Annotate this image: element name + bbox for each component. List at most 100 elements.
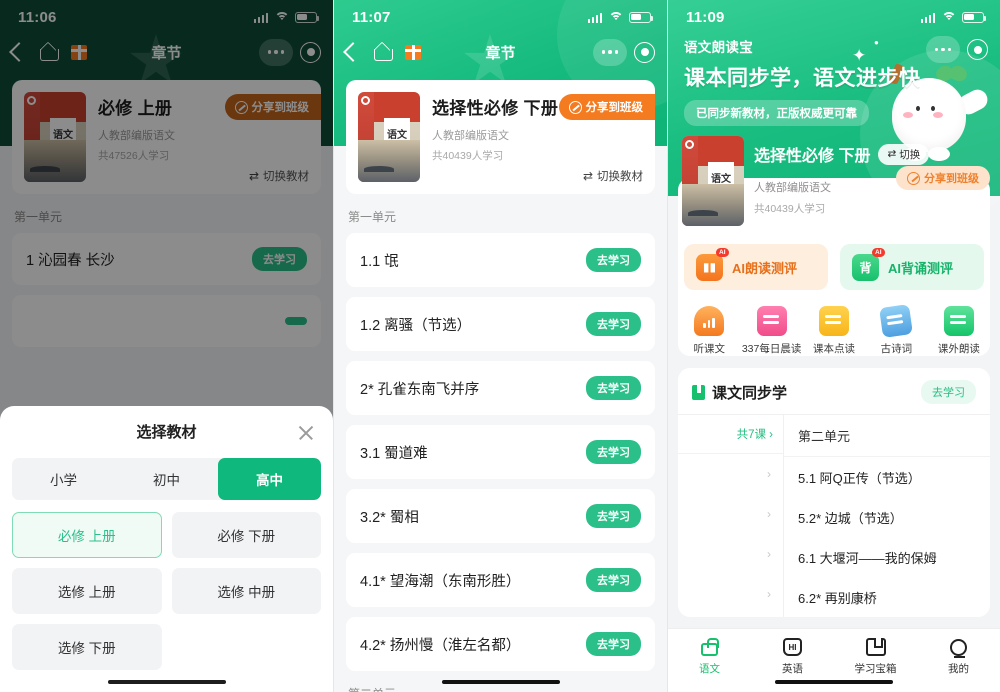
signal-icon bbox=[587, 12, 602, 23]
book-publisher: 人教部编版语文 bbox=[432, 130, 509, 142]
close-icon[interactable] bbox=[297, 424, 315, 442]
quick-link-poetry[interactable]: 古诗词 bbox=[865, 304, 927, 356]
box-icon bbox=[834, 636, 917, 658]
quick-link-extra-read[interactable]: 课外朗读 bbox=[928, 306, 990, 356]
ai-reading-eval-label: AI朗读测评 bbox=[732, 260, 798, 276]
home-indicator bbox=[775, 679, 893, 684]
sync-go-study-button[interactable]: 去学习 bbox=[921, 380, 976, 404]
home-icon[interactable] bbox=[374, 45, 393, 61]
quick-link-morning-read[interactable]: 337每日晨读 bbox=[740, 306, 802, 356]
switch-label: 切换教材 bbox=[597, 171, 643, 183]
lesson-list: 第一单元 1.1 氓 去学习 1.2 离骚（节选） 去学习 2* 孔雀东南飞并序… bbox=[334, 208, 667, 692]
switch-textbook-button[interactable]: ⇄ 切换教材 bbox=[583, 168, 643, 184]
close-miniprogram-button[interactable] bbox=[634, 41, 655, 63]
home-indicator bbox=[107, 679, 226, 684]
lesson-name: 2* 孔雀东南飞并序 bbox=[360, 381, 480, 398]
share-label: 分享到班级 bbox=[585, 102, 644, 114]
status-clock: 11:07 bbox=[352, 8, 391, 26]
close-miniprogram-button[interactable] bbox=[967, 39, 988, 60]
share-pen-icon bbox=[568, 100, 582, 114]
list-item[interactable]: 4.2* 扬州慢（淮左名都） 去学习 bbox=[346, 617, 655, 671]
stage-tab-primary[interactable]: 小学 bbox=[12, 458, 115, 500]
gift-icon[interactable] bbox=[405, 44, 421, 60]
list-item[interactable]: 1.2 离骚（节选） 去学习 bbox=[346, 297, 655, 351]
chevron-right-icon[interactable]: › bbox=[678, 494, 783, 534]
textbook-option-bixiu-xia[interactable]: 必修 下册 bbox=[171, 512, 321, 558]
quick-link-label: 古诗词 bbox=[880, 343, 913, 355]
panel-chapter-list: 11:07 章节 语文 选择性必修 下册 人教部编版语文 共40439人学习 分… bbox=[333, 0, 667, 692]
list-item[interactable]: 6.2* 再别康桥 bbox=[784, 577, 990, 617]
go-study-button[interactable]: 去学习 bbox=[586, 568, 641, 592]
nav-bar: 章节 bbox=[334, 34, 667, 70]
textbook-option-xuanxiu-zhong[interactable]: 选修 中册 bbox=[171, 568, 321, 614]
switch-arrows-icon: ⇄ bbox=[582, 169, 593, 183]
quick-link-label: 337每日晨读 bbox=[741, 343, 802, 355]
switch-textbook-button[interactable]: ⇄ 切换 bbox=[878, 143, 930, 165]
chevron-right-icon[interactable]: › bbox=[678, 534, 783, 574]
list-item[interactable]: 6.1 大堰河——我的保姆 bbox=[784, 537, 990, 577]
list-item[interactable]: 3.1 蜀道难 去学习 bbox=[346, 425, 655, 479]
list-item[interactable]: 3.2* 蜀相 去学习 bbox=[346, 489, 655, 543]
tab-label: 学习宝箱 bbox=[854, 663, 897, 675]
go-study-button[interactable]: 去学习 bbox=[586, 376, 641, 400]
share-to-class-button[interactable]: 分享到班级 bbox=[558, 94, 655, 120]
textbook-option-xuanxiu-xia[interactable]: 选修 下册 bbox=[12, 624, 162, 670]
share-to-class-button[interactable]: 分享到班级 bbox=[896, 166, 990, 190]
book-learner-count: 共40439人学习 bbox=[754, 203, 826, 215]
sync-card-header: 课文同步学 去学习 bbox=[678, 368, 990, 414]
book-cover-image: 语文 bbox=[682, 136, 744, 226]
stage-tab-senior[interactable]: 高中 bbox=[218, 458, 321, 500]
sync-card-title: 课文同步学 bbox=[712, 384, 788, 402]
switch-label: 切换 bbox=[899, 148, 921, 161]
lesson-name: 1.2 离骚（节选） bbox=[360, 317, 472, 334]
quick-link-textbook-read[interactable]: 课本点读 bbox=[803, 306, 865, 356]
tab-mine[interactable]: 我的 bbox=[917, 636, 1000, 692]
ai-recite-eval-label: AI背诵测评 bbox=[888, 260, 954, 276]
sync-right-column: 第二单元 5.1 阿Q正传（节选） 5.2* 边城（节选） 6.1 大堰河——我… bbox=[784, 415, 990, 617]
battery-icon bbox=[629, 11, 654, 23]
chevron-right-icon[interactable]: › bbox=[678, 574, 783, 614]
ai-reading-eval-button[interactable]: AI ▮▮ AI朗读测评 bbox=[684, 244, 828, 290]
book-cover-image: 语文 bbox=[358, 92, 420, 182]
select-textbook-modal: 选择教材 小学 初中 高中 必修 上册 必修 下册 选修 上册 选修 中册 选修… bbox=[0, 406, 333, 692]
signal-icon bbox=[920, 12, 935, 23]
ai-recite-eval-button[interactable]: AI 背 AI背诵测评 bbox=[840, 244, 984, 290]
quick-link-label: 听课文 bbox=[693, 343, 725, 355]
more-options-button[interactable] bbox=[592, 38, 627, 66]
list-item[interactable]: 5.2* 边城（节选） bbox=[784, 497, 990, 537]
status-icons bbox=[920, 11, 987, 23]
stage-segmented-control: 小学 初中 高中 bbox=[12, 458, 321, 500]
go-study-button[interactable]: 去学习 bbox=[586, 440, 641, 464]
list-item[interactable]: 4.1* 望海潮（东南形胜） 去学习 bbox=[346, 553, 655, 607]
list-item[interactable]: 1.1 氓 去学习 bbox=[346, 233, 655, 287]
book-card: 语文 选择性必修 下册 人教部编版语文 共40439人学习 分享到班级 ⇄ 切换… bbox=[346, 80, 655, 194]
panel-chapter-with-modal: 11:06 章节 语文 必修 上册 人教部编版语文 共47526人学习 分享到班… bbox=[0, 0, 333, 692]
textbook-option-xuanxiu-shang[interactable]: 选修 上册 bbox=[12, 568, 162, 614]
sync-unit-heading: 第二单元 bbox=[784, 415, 990, 457]
unit-heading: 第一单元 bbox=[348, 210, 397, 224]
recite-icon: AI 背 bbox=[852, 247, 885, 281]
nav-right-group bbox=[925, 36, 988, 63]
stage-tab-junior[interactable]: 初中 bbox=[115, 458, 218, 500]
go-study-button[interactable]: 去学习 bbox=[586, 312, 641, 336]
pink-book-icon bbox=[756, 306, 787, 336]
tab-chinese[interactable]: 语文 bbox=[668, 636, 751, 692]
go-study-button[interactable]: 去学习 bbox=[586, 504, 641, 528]
lock-icon bbox=[668, 636, 751, 658]
more-options-button[interactable] bbox=[925, 36, 960, 63]
sync-study-card: 课文同步学 去学习 共7课 › › › › › 第二单元 5.1 阿Q正传（节选… bbox=[678, 368, 990, 617]
textbook-option-bixiu-shang[interactable]: 必修 上册 bbox=[12, 512, 162, 558]
tab-label: 英语 bbox=[782, 663, 803, 675]
list-item[interactable]: 5.1 阿Q正传（节选） bbox=[784, 457, 990, 497]
tab-label: 我的 bbox=[948, 663, 969, 675]
screenshot-stage: 11:06 章节 语文 必修 上册 人教部编版语文 共47526人学习 分享到班… bbox=[0, 0, 1000, 692]
list-item[interactable]: 2* 孔雀东南飞并序 去学习 bbox=[346, 361, 655, 415]
chevron-right-icon[interactable]: › bbox=[678, 454, 783, 494]
hi-icon: HI bbox=[751, 636, 834, 658]
book-info: 选择性必修 下册 ⇄ 切换 人教部编版语文 共40439人学习 分享到班级 bbox=[754, 136, 990, 216]
back-chevron-icon[interactable] bbox=[343, 42, 363, 62]
sync-lesson-count[interactable]: 共7课 › bbox=[678, 415, 783, 454]
go-study-button[interactable]: 去学习 bbox=[586, 632, 641, 656]
go-study-button[interactable]: 去学习 bbox=[586, 248, 641, 272]
quick-link-listen[interactable]: 听课文 bbox=[678, 306, 740, 356]
